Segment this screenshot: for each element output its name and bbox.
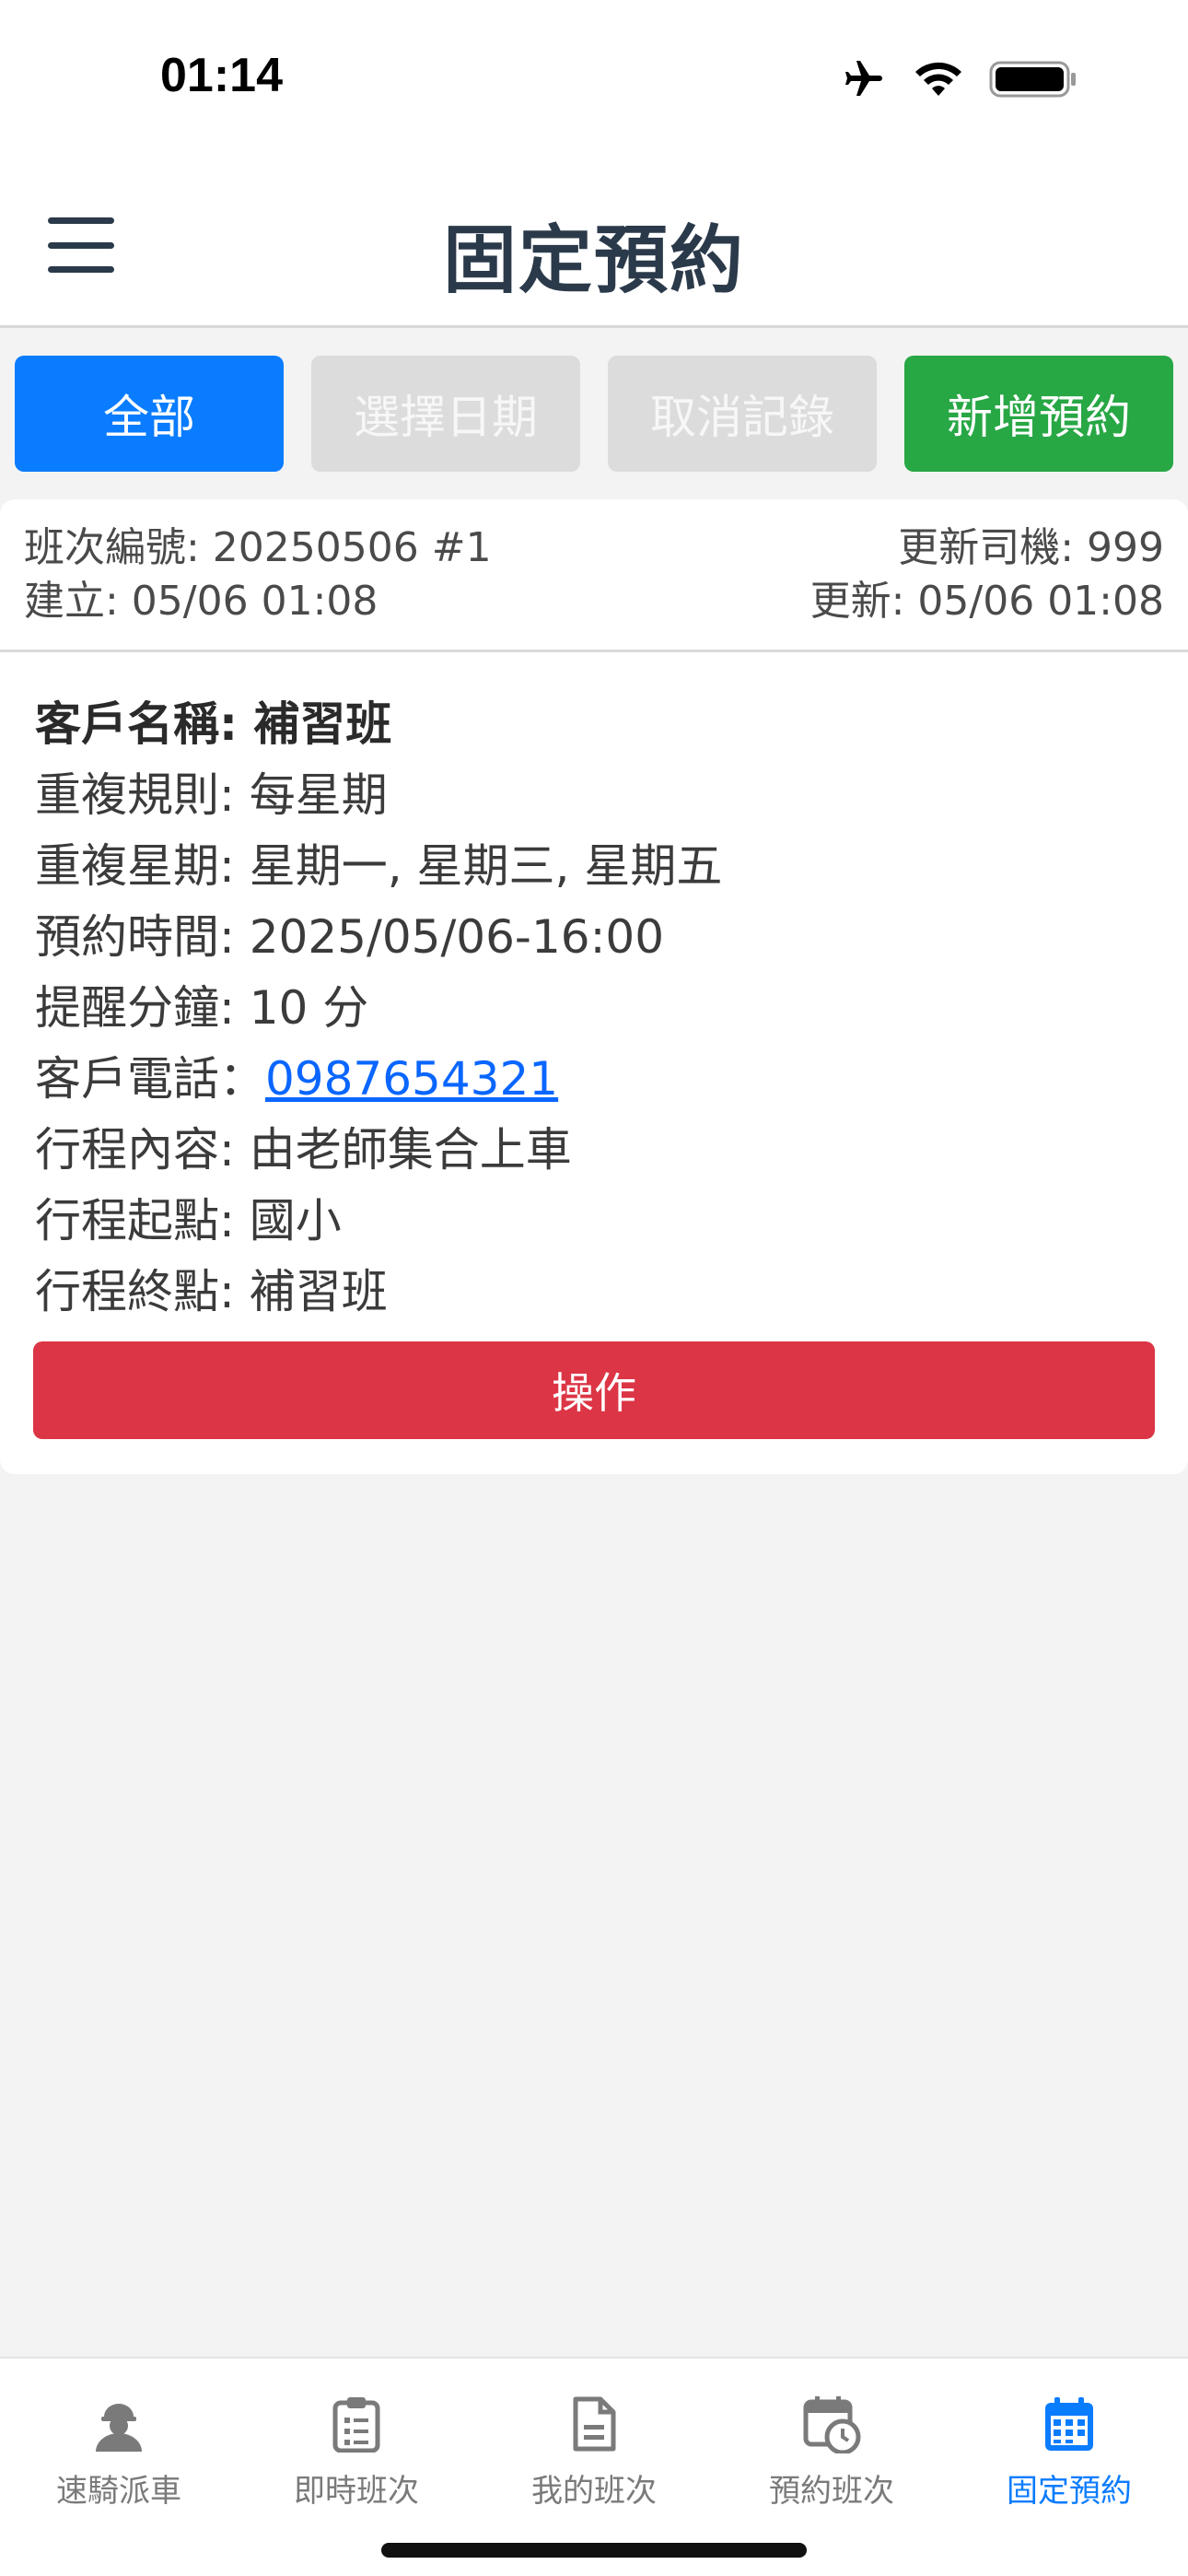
battery-icon [989,59,1077,100]
document-icon [571,2392,617,2456]
calendar-clock-icon [802,2392,861,2456]
customer-phone-link[interactable]: 0987654321 [265,1052,558,1106]
home-indicator [381,2543,807,2558]
tab-live-trips[interactable]: 即時班次 [238,2359,475,2515]
customer-phone-row: 客戶電話：0987654321 [35,1044,1153,1115]
tab-label: 固定預約 [1007,2473,1132,2510]
trip-content: 行程內容: 由老師集合上車 [35,1123,572,1177]
status-bar: 01:14 [0,0,1188,166]
tab-label: 我的班次 [531,2473,657,2510]
airplane-icon [840,57,888,101]
updated-time: 更新: 05/06 01:08 [809,578,1164,625]
tab-label: 預約班次 [769,2473,894,2510]
page-title: 固定預約 [443,217,745,303]
repeat-days: 重複星期: 星期一, 星期三, 星期五 [35,839,723,893]
driver-icon [92,2392,146,2456]
repeat-rule: 重複規則: 每星期 [35,768,388,822]
wifi-icon [912,59,965,100]
action-button[interactable]: 操作 [33,1341,1155,1439]
booking-card: 班次編號: 20250506 #1 建立: 05/06 01:08 更新司機: … [0,499,1188,1474]
status-time: 01:14 [160,49,283,102]
status-icons [840,57,1077,101]
calendar-grid-icon [1042,2392,1096,2456]
card-header: 班次編號: 20250506 #1 建立: 05/06 01:08 更新司機: … [0,499,1188,652]
tab-fixed-booking[interactable]: 固定預約 [950,2359,1188,2515]
tab-dispatch[interactable]: 速騎派車 [0,2359,238,2515]
cancel-records-button[interactable]: 取消記錄 [608,356,877,472]
filter-all-button[interactable]: 全部 [15,356,284,472]
tab-label: 速騎派車 [56,2473,181,2510]
customer-name: 客戶名稱: 補習班 [35,697,392,751]
filter-bar: 全部 選擇日期 取消記錄 新增預約 [15,356,1173,472]
booking-time: 預約時間: 2025/05/06-16:00 [35,910,665,964]
trip-end: 行程終點: 補習班 [35,1265,388,1318]
trip-start: 行程起點: 國小 [35,1194,342,1247]
select-date-button[interactable]: 選擇日期 [311,356,580,472]
customer-phone-label: 客戶電話： [35,1052,265,1106]
trip-number: 班次編號: 20250506 #1 [24,524,492,571]
tab-label: 即時班次 [294,2473,419,2510]
card-body: 客戶名稱: 補習班 重複規則: 每星期 重複星期: 星期一, 星期三, 星期五 … [0,652,1188,1328]
add-booking-button[interactable]: 新增預約 [904,356,1173,472]
reminder-minutes: 提醒分鐘: 10 分 [35,981,369,1035]
created-time: 建立: 05/06 01:08 [24,578,379,625]
tab-booked-trips[interactable]: 預約班次 [713,2359,950,2515]
clipboard-list-icon [332,2392,381,2456]
update-driver: 更新司機: 999 [898,524,1164,571]
tab-my-trips[interactable]: 我的班次 [475,2359,713,2515]
app-header: 固定預約 [0,166,1188,328]
